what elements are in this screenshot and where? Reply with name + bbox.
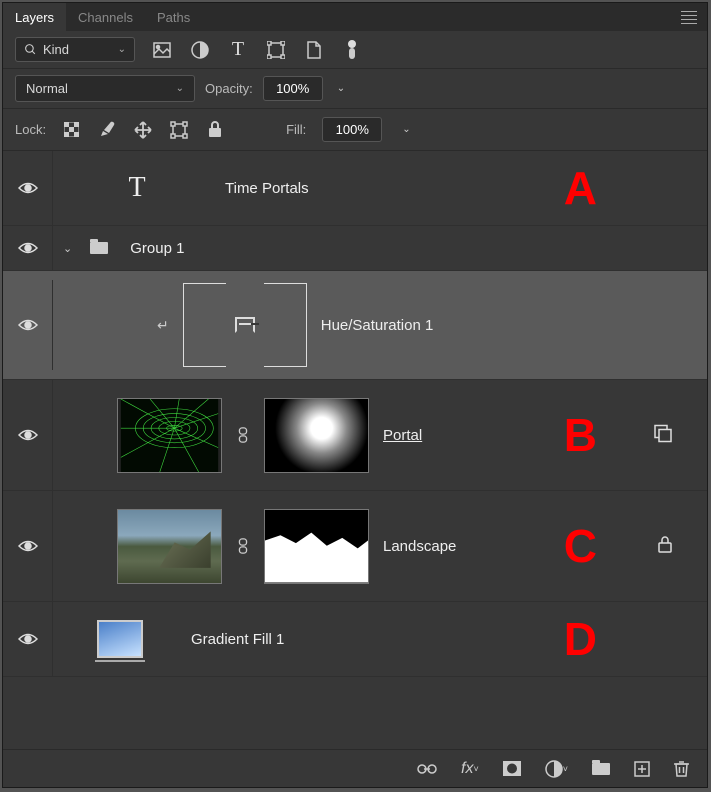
layer-thumbnail[interactable] xyxy=(117,509,222,584)
chevron-down-icon: ⌄ xyxy=(118,44,126,55)
fill-field[interactable]: 100% xyxy=(322,117,382,142)
opacity-chevron-icon[interactable]: ⌄ xyxy=(333,83,349,94)
layer-row-landscape[interactable]: Landscape C xyxy=(3,491,707,602)
layer-name[interactable]: Hue/Saturation 1 xyxy=(321,317,434,334)
add-adjustment-button[interactable]: ˅ xyxy=(545,760,568,778)
layer-row-adjustment[interactable]: ↵ Hue/Saturation 1 xyxy=(3,271,707,380)
layers-panel: Layers Channels Paths Kind ⌄ T Normal ⌄ … xyxy=(2,2,708,788)
visibility-toggle[interactable] xyxy=(18,632,38,646)
adjustment-thumbnail[interactable] xyxy=(183,281,307,369)
hue-saturation-icon xyxy=(235,317,255,333)
link-mask-icon[interactable] xyxy=(236,427,250,443)
lock-icon xyxy=(658,536,672,556)
tab-channels[interactable]: Channels xyxy=(66,3,145,31)
new-group-button[interactable] xyxy=(592,763,610,775)
layer-row-text[interactable]: T Time Portals A xyxy=(3,151,707,226)
layer-name[interactable]: Time Portals xyxy=(225,180,309,197)
annotation-letter: A xyxy=(564,161,597,215)
gradient-thumbnail[interactable] xyxy=(97,620,143,658)
add-mask-button[interactable] xyxy=(503,761,521,776)
lock-transparency-icon[interactable] xyxy=(62,121,80,139)
visibility-toggle[interactable] xyxy=(18,241,38,255)
delete-layer-button[interactable] xyxy=(674,760,689,777)
fill-label: Fill: xyxy=(286,122,306,137)
filter-pixel-icon[interactable] xyxy=(153,41,171,59)
layer-name[interactable]: Portal xyxy=(383,427,422,444)
visibility-toggle[interactable] xyxy=(18,428,38,442)
opacity-field[interactable]: 100% xyxy=(263,76,323,101)
tab-layers[interactable]: Layers xyxy=(3,3,66,31)
filter-adjustment-icon[interactable] xyxy=(191,41,209,59)
opacity-label: Opacity: xyxy=(205,81,253,96)
search-icon xyxy=(24,43,37,56)
clip-indicator-icon: ↵ xyxy=(157,317,169,334)
fill-value: 100% xyxy=(336,122,369,137)
layer-row-portal[interactable]: Portal B xyxy=(3,380,707,491)
opacity-value: 100% xyxy=(276,81,309,96)
lock-paint-icon[interactable] xyxy=(98,121,116,139)
layer-name[interactable]: Group 1 xyxy=(130,240,184,257)
new-layer-button[interactable] xyxy=(634,761,650,777)
folder-icon xyxy=(90,242,108,254)
group-expand-icon[interactable]: ⌄ xyxy=(63,242,72,255)
panel-menu-icon[interactable] xyxy=(681,11,697,24)
fx-button[interactable]: fx˅ xyxy=(461,760,479,778)
filter-kind-label: Kind xyxy=(43,42,69,57)
visibility-toggle[interactable] xyxy=(18,318,38,332)
panel-footer: fx˅ ˅ xyxy=(3,749,707,787)
blend-mode-value: Normal xyxy=(26,81,68,96)
lock-artboard-icon[interactable] xyxy=(170,121,188,139)
annotation-letter: B xyxy=(564,408,597,462)
tab-paths[interactable]: Paths xyxy=(145,3,202,31)
layer-name[interactable]: Landscape xyxy=(383,538,456,555)
panel-tabs: Layers Channels Paths xyxy=(3,3,707,31)
link-mask-icon[interactable] xyxy=(236,538,250,554)
visibility-toggle[interactable] xyxy=(18,539,38,553)
filter-kind-select[interactable]: Kind ⌄ xyxy=(15,37,135,62)
filter-smartobject-icon[interactable] xyxy=(305,41,323,59)
link-layers-button[interactable] xyxy=(417,763,437,775)
lock-all-icon[interactable] xyxy=(206,121,224,139)
visibility-toggle[interactable] xyxy=(18,181,38,195)
filter-row: Kind ⌄ T xyxy=(3,31,707,68)
filter-artboard-icon[interactable] xyxy=(343,41,361,59)
filter-type-icon[interactable]: T xyxy=(229,41,247,59)
chevron-down-icon: ⌄ xyxy=(176,83,184,94)
type-layer-icon: T xyxy=(117,172,157,204)
filter-shape-icon[interactable] xyxy=(267,41,285,59)
mask-thumbnail[interactable] xyxy=(264,509,369,584)
fill-chevron-icon[interactable]: ⌄ xyxy=(398,124,414,135)
blend-row: Normal ⌄ Opacity: 100% ⌄ xyxy=(3,68,707,109)
lock-position-icon[interactable] xyxy=(134,121,152,139)
annotation-letter: D xyxy=(564,612,597,666)
layer-row-gradient[interactable]: Gradient Fill 1 D xyxy=(3,602,707,677)
mask-thumbnail[interactable] xyxy=(264,398,369,473)
annotation-letter: C xyxy=(564,519,597,573)
layers-list: T Time Portals A ⌄ Group 1 ↵ Hue/S xyxy=(3,150,707,749)
lock-icons xyxy=(62,121,224,139)
filter-type-icons: T xyxy=(153,41,361,59)
lock-row: Lock: Fill: 100% ⌄ xyxy=(3,109,707,150)
lock-label: Lock: xyxy=(15,122,46,137)
blend-mode-select[interactable]: Normal ⌄ xyxy=(15,75,195,102)
smart-object-badge-icon xyxy=(654,425,672,446)
layer-row-group[interactable]: ⌄ Group 1 xyxy=(3,226,707,271)
layer-name[interactable]: Gradient Fill 1 xyxy=(191,631,284,648)
layer-thumbnail[interactable] xyxy=(117,398,222,473)
